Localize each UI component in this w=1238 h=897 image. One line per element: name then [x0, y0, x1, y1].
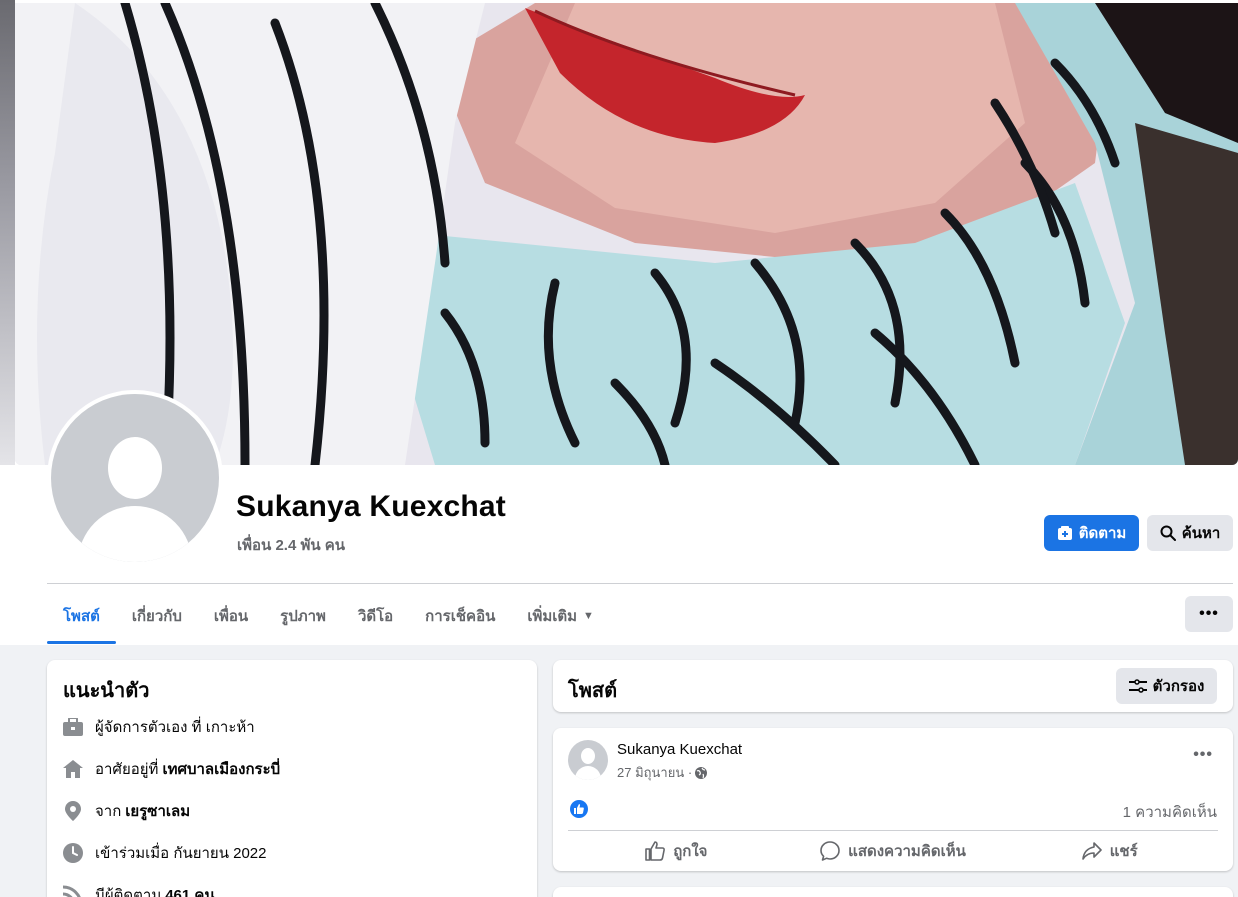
next-post-card: [553, 887, 1233, 897]
intro-followers-prefix: มีผู้ติดตาม: [95, 887, 162, 897]
post-author-name[interactable]: Sukanya Kuexchat: [617, 741, 742, 758]
intro-joined-text: เข้าร่วมเมื่อ กันยายน 2022: [95, 845, 267, 862]
search-button[interactable]: ค้นหา: [1147, 515, 1233, 551]
post-divider: [568, 830, 1218, 831]
header-divider: [47, 583, 1233, 584]
tab-checkins-label: การเช็คอิน: [425, 608, 496, 625]
tab-friends-label: เพื่อน: [213, 608, 249, 625]
filter-icon: [1128, 679, 1147, 693]
ellipsis-icon: •••: [1199, 605, 1219, 622]
comment-icon: [820, 841, 840, 861]
tab-more[interactable]: เพิ่มเติม ▼: [511, 588, 610, 644]
share-button-label: แชร์: [1109, 843, 1138, 860]
like-button[interactable]: ถูกใจ: [568, 834, 785, 868]
caret-down-icon: ▼: [583, 610, 594, 622]
intro-lives-place[interactable]: เทศบาลเมืองกระบี่: [162, 757, 280, 781]
profile-tabs: โพสต์ เกี่ยวกับ เพื่อน รูปภาพ วิดีโอ การ…: [47, 588, 610, 644]
intro-lives: อาศัยอยู่ที่ เทศบาลเมืองกระบี่: [62, 757, 280, 781]
post-options-button[interactable]: •••: [1193, 746, 1213, 764]
tab-about[interactable]: เกี่ยวกับ: [116, 588, 198, 644]
rss-icon: [62, 884, 84, 897]
search-icon: [1160, 525, 1176, 541]
profile-more-options-button[interactable]: •••: [1185, 596, 1233, 632]
intro-card: แนะนำตัว ผู้จัดการตัวเอง ที่ เกาะห้า อาศ…: [47, 660, 537, 897]
tab-about-label: เกี่ยวกับ: [131, 608, 182, 625]
intro-lives-prefix: อาศัยอยู่ที่: [95, 761, 159, 778]
post-actions: ถูกใจ แสดงความคิดเห็น แชร์: [568, 834, 1218, 868]
intro-from-place[interactable]: เยรูซาเลม: [125, 799, 190, 823]
tab-posts-label: โพสต์: [63, 608, 100, 625]
intro-from-prefix: จาก: [95, 803, 122, 820]
avatar-placeholder-body: [575, 766, 601, 780]
share-icon: [1081, 842, 1102, 860]
post-author-avatar[interactable]: [568, 740, 608, 780]
home-icon: [62, 758, 84, 780]
tab-checkins[interactable]: การเช็คอิน: [409, 588, 511, 644]
follow-button-label: ติดตาม: [1078, 525, 1127, 542]
avatar-placeholder-body: [78, 506, 192, 562]
tab-photos[interactable]: รูปภาพ: [264, 588, 342, 644]
intro-title: แนะนำตัว: [63, 680, 150, 702]
comment-count[interactable]: 1 ความคิดเห็น: [1123, 800, 1217, 824]
posts-header-card: โพสต์ ตัวกรอง: [553, 660, 1233, 712]
intro-joined: เข้าร่วมเมื่อ กันยายน 2022: [62, 841, 267, 865]
tab-posts[interactable]: โพสต์: [47, 588, 116, 644]
post-card: Sukanya Kuexchat 27 มิถุนายน · ••• 1 ควา…: [553, 728, 1233, 871]
intro-followers: มีผู้ติดตาม 461 คน: [62, 883, 215, 897]
clock-icon: [62, 842, 84, 864]
tab-friends[interactable]: เพื่อน: [198, 588, 264, 644]
tab-videos-label: วิดีโอ: [357, 608, 394, 625]
intro-work: ผู้จัดการตัวเอง ที่ เกาะห้า: [62, 715, 255, 739]
avatar-placeholder-head: [108, 437, 162, 499]
tab-videos[interactable]: วิดีโอ: [342, 588, 409, 644]
filter-button[interactable]: ตัวกรอง: [1116, 668, 1217, 704]
tab-more-label: เพิ่มเติม: [527, 608, 578, 625]
profile-name: Sukanya Kuexchat: [236, 490, 506, 523]
thumbs-up-icon: [645, 841, 666, 861]
ellipsis-icon: •••: [1193, 746, 1213, 763]
search-button-label: ค้นหา: [1181, 525, 1221, 542]
location-pin-icon: [62, 800, 84, 822]
tab-photos-label: รูปภาพ: [280, 608, 326, 625]
comment-button[interactable]: แสดงความคิดเห็น: [785, 834, 1002, 868]
comment-button-label: แสดงความคิดเห็น: [848, 843, 966, 860]
posts-title: โพสต์: [568, 680, 618, 702]
share-button[interactable]: แชร์: [1001, 834, 1218, 868]
avatar-placeholder-head: [581, 748, 595, 764]
profile-avatar[interactable]: [51, 394, 219, 562]
cover-photo[interactable]: [15, 3, 1238, 465]
post-meta: 27 มิถุนายน ·: [617, 762, 708, 783]
intro-work-text: ผู้จัดการตัวเอง ที่ เกาะห้า: [95, 719, 255, 736]
post-date[interactable]: 27 มิถุนายน ·: [617, 762, 692, 783]
intro-from: จาก เยรูซาเลม: [62, 799, 190, 823]
intro-followers-count[interactable]: 461 คน: [165, 883, 214, 897]
follow-icon: [1057, 526, 1072, 540]
filter-button-label: ตัวกรอง: [1152, 678, 1205, 695]
globe-icon: [695, 766, 708, 779]
briefcase-icon: [62, 716, 84, 738]
follow-button[interactable]: ติดตาม: [1044, 515, 1139, 551]
like-button-label: ถูกใจ: [673, 843, 708, 860]
friends-count[interactable]: เพื่อน 2.4 พัน คน: [237, 533, 345, 557]
like-reaction-icon[interactable]: [570, 800, 588, 818]
